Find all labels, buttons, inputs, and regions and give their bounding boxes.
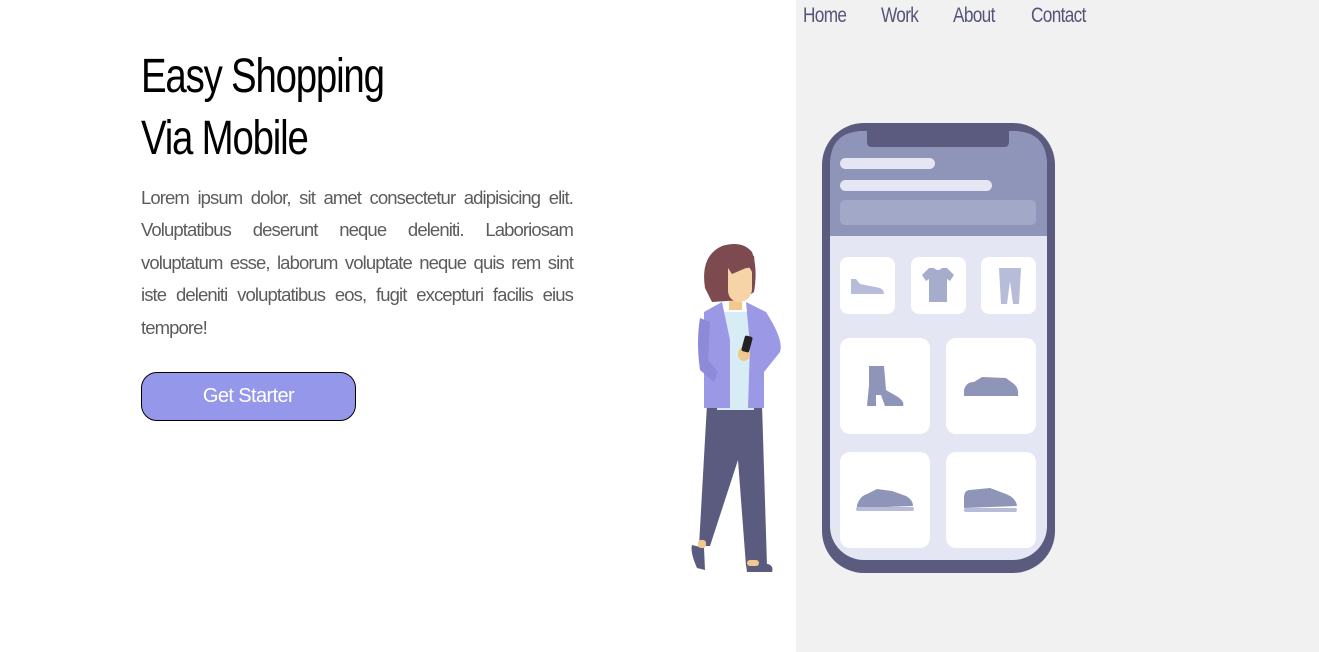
woman-illustration bbox=[691, 244, 781, 572]
top-nav: Home Work About Contact bbox=[803, 4, 1095, 28]
shopping-illustration bbox=[691, 123, 1055, 573]
phone-illustration bbox=[822, 123, 1055, 573]
nav-contact-link[interactable]: Contact bbox=[1031, 4, 1086, 28]
hero-title: Easy Shopping Via Mobile bbox=[141, 46, 385, 170]
nav-about-link[interactable]: About bbox=[953, 4, 995, 28]
hero-title-line2: Via Mobile bbox=[141, 112, 309, 165]
nav-home-link[interactable]: Home bbox=[803, 4, 847, 28]
hero-description: Lorem ipsum dolor, sit amet consectetur … bbox=[141, 187, 574, 338]
hero-title-line1: Easy Shopping bbox=[141, 50, 385, 103]
get-starter-button[interactable]: Get Starter bbox=[141, 372, 356, 421]
nav-work-link[interactable]: Work bbox=[881, 4, 919, 28]
